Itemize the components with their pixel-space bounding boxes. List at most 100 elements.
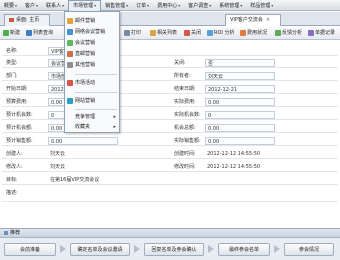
process-header: 推荐: [0, 229, 340, 238]
modified-time-value: 2012-12-12 14:55:50: [207, 164, 261, 170]
form-row-desc: 描述:: [2, 188, 338, 202]
end-date-field[interactable]: 2012-12-21: [205, 85, 275, 93]
actual-sales-field[interactable]: 0.00: [205, 137, 275, 145]
top-menu-bar: 概要▾ 客户▾ 联系人▾ 市场管理▾ 销售管理▾ 订单▾ 费用中心▾ 客户调查▾…: [0, 0, 340, 11]
response-analysis-button[interactable]: 反馈分析: [275, 29, 302, 38]
menu-separator: [75, 92, 117, 93]
related-list-button[interactable]: 相关列表: [150, 29, 177, 38]
money-icon: [240, 29, 246, 36]
chevron-down-icon: ▾: [240, 2, 243, 8]
tab-home[interactable]: 桌面: 主页: [4, 14, 50, 26]
process-step-attendance[interactable]: 参会情况: [284, 243, 334, 256]
record-button[interactable]: 单据记录: [308, 29, 335, 38]
menu-item-web-marketing[interactable]: 网站营销: [65, 96, 119, 106]
add-icon: [3, 29, 9, 36]
budget-label: 预算费用:: [6, 99, 28, 105]
close-record-button[interactable]: 关闭: [184, 29, 201, 38]
owner-field[interactable]: 刘天云: [205, 72, 275, 80]
form-row-dept: 部门: 市场部 所有者: 刘天云: [2, 71, 338, 81]
marketing-dropdown-menu: 邮件营销 网络会议营销 会议营销 直邮营销 其他营销 市场活动 网站营销 竞争管…: [64, 11, 120, 133]
description-value: [48, 189, 248, 197]
toolbar: 新建 列表查询 打印 相关列表 关闭 ROI 分析 费用状况 反馈分析 单据记录: [0, 27, 340, 40]
form-row-sales: 预计销售额: 0.00 实际销售额: 0.00: [2, 136, 338, 146]
modified-time-label: 修改时间:: [174, 164, 196, 170]
opp-total-label: 机会总额:: [174, 125, 196, 131]
menu-marketing[interactable]: 市场管理▾: [68, 0, 102, 11]
campaign-icon: [67, 80, 73, 86]
chevron-down-icon: ▾: [209, 2, 212, 8]
arrow-right-icon: [274, 245, 280, 253]
record-detail-form: 名称: VIP客户交流会 类型: 会议营销 关闭: 否 部门: 市场部 所有者:…: [0, 41, 340, 225]
form-row-type: 类型: 会议营销 关闭: 否: [2, 58, 338, 68]
menu-survey[interactable]: 客户调查▾: [184, 0, 215, 11]
process-step-confirmation[interactable]: 回复名单及参会确认: [144, 243, 204, 256]
close-icon[interactable]: ×: [266, 17, 270, 23]
arrow-right-icon: [60, 245, 66, 253]
chevron-down-icon: ▾: [36, 2, 39, 8]
form-row-name: 名称: VIP客户交流会: [2, 46, 338, 56]
goal-label: 目标:: [6, 177, 18, 183]
opp-total-field[interactable]: 0.00: [205, 124, 275, 132]
created-time-label: 创建时间:: [174, 151, 196, 157]
tab-vip-meeting[interactable]: VIP客户交流会 ×: [225, 14, 281, 26]
menu-contacts[interactable]: 联系人▾: [42, 0, 68, 11]
chevron-down-icon: ▾: [15, 2, 18, 8]
modifier-label: 修改人:: [6, 164, 23, 170]
menu-item-webinar-marketing[interactable]: 网络会议营销: [65, 27, 119, 37]
new-button[interactable]: 新建: [3, 29, 20, 38]
chevron-down-icon: ▾: [271, 2, 274, 8]
menu-expenses[interactable]: 费用中心▾: [153, 0, 184, 11]
form-row-dates: 开始日期: 2012-12-21 结束日期: 2012-12-21: [2, 84, 338, 94]
actual-cost-label: 实际费用:: [174, 99, 196, 105]
expected-sales-field[interactable]: 0.00: [48, 137, 118, 145]
menu-samples[interactable]: 样品管理▾: [246, 0, 277, 11]
menu-item-meeting-marketing[interactable]: 会议营销: [65, 38, 119, 48]
type-label: 类型:: [6, 60, 18, 66]
roi-analysis-button[interactable]: ROI 分析: [207, 29, 234, 38]
chevron-down-icon: ▾: [147, 2, 150, 8]
menu-item-email-marketing[interactable]: 邮件营销: [65, 16, 119, 26]
list-icon: [26, 29, 32, 36]
chevron-right-icon: ▸: [113, 124, 116, 130]
description-label: 描述:: [6, 190, 18, 196]
menu-separator: [75, 74, 117, 75]
menu-item-direct-mail[interactable]: 直邮营销: [65, 49, 119, 59]
process-title: 推荐: [10, 230, 21, 236]
menu-item-favorites[interactable]: 收藏夹 ▸: [65, 122, 119, 132]
globe-icon: [67, 98, 73, 104]
form-row-opp-count: 预计机会数: 0 实际机会数: 0: [2, 110, 338, 120]
form-row-creator: 创建人: 刘天云 创建时间: 2012-12-12 14:55:50: [2, 149, 338, 159]
print-button[interactable]: 打印: [124, 29, 141, 38]
actual-cost-field[interactable]: 0.00: [205, 98, 275, 106]
menu-orders[interactable]: 订单▾: [132, 0, 153, 11]
menu-separator: [75, 109, 117, 110]
menu-system[interactable]: 系统管理▾: [215, 0, 246, 11]
menu-item-competition[interactable]: 竞争管理 ▸: [65, 112, 119, 122]
tab-bar: 桌面: 主页 VIP客户交流会 ×: [0, 12, 340, 26]
expected-opp-amount-label: 预计机会额:: [6, 125, 33, 131]
menu-item-campaign[interactable]: 市场活动: [65, 78, 119, 88]
end-date-label: 结束日期:: [174, 86, 196, 92]
closed-field[interactable]: 否: [205, 59, 275, 67]
actual-opp-count-label: 实际机会数:: [174, 112, 201, 118]
document-icon: [308, 29, 314, 36]
cost-status-button[interactable]: 费用状况: [240, 29, 267, 38]
analysis-icon: [275, 29, 281, 36]
menu-item-other-marketing[interactable]: 其他营销: [65, 60, 119, 70]
process-step-invitation[interactable]: 确定名单及会议邀请: [70, 243, 130, 256]
form-row-modifier: 修改人: 刘天云 修改时间: 2012-12-12 14:55:50: [2, 162, 338, 172]
menu-overview[interactable]: 概要▾: [0, 0, 21, 11]
other-icon: [67, 62, 73, 68]
panel-icon: [4, 230, 8, 235]
webinar-icon: [67, 29, 73, 35]
list-query-button[interactable]: 列表查询: [26, 29, 53, 38]
actual-opp-count-field[interactable]: 0: [205, 111, 275, 119]
process-step-preparation[interactable]: 会前准备: [4, 243, 56, 256]
chevron-down-icon: ▾: [178, 2, 181, 8]
home-icon: [9, 17, 14, 22]
process-panel: 推荐 会前准备 确定名单及会议邀请 回复名单及参会确认 最终参会名单 参会情况: [0, 228, 340, 260]
menu-customers[interactable]: 客户▾: [21, 0, 42, 11]
arrow-right-icon: [134, 245, 140, 253]
process-step-final-list[interactable]: 最终参会名单: [218, 243, 270, 256]
menu-sales[interactable]: 销售管理▾: [101, 0, 132, 11]
